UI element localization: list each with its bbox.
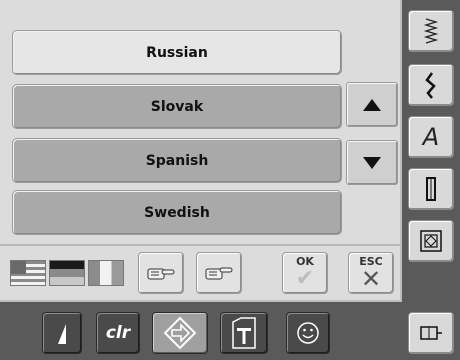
move-arrow-icon <box>163 316 197 350</box>
french-flag-icon <box>88 260 124 286</box>
language-slovak-button[interactable]: Slovak <box>12 84 342 129</box>
smiley-icon <box>297 322 319 344</box>
language-label: Swedish <box>144 204 210 221</box>
esc-button[interactable]: ESC ✕ <box>348 252 394 294</box>
checkmark-icon: ✔ <box>295 266 315 291</box>
close-icon: ✕ <box>360 265 382 293</box>
zigzag-stitch-icon <box>423 18 439 44</box>
zigzag-stitch-button[interactable] <box>408 10 454 52</box>
scroll-up-button[interactable] <box>346 82 398 127</box>
move-button[interactable] <box>152 312 208 354</box>
quilt-icon <box>420 230 442 252</box>
hand-pointer-icon <box>147 268 175 280</box>
down-triangle-icon <box>363 156 381 169</box>
toolbar-divider <box>0 244 400 246</box>
hand-pointer-button-2[interactable] <box>196 252 242 294</box>
language-flags <box>10 260 126 286</box>
setup-button[interactable] <box>408 312 454 354</box>
language-selection-panel: Russian Slovak Spanish Swedish OK ✔ ESC … <box>0 0 402 302</box>
stitch-width-icon <box>58 324 66 344</box>
language-label: Slovak <box>150 98 204 115</box>
language-spanish-button[interactable]: Spanish <box>12 138 342 183</box>
wavy-stitch-button[interactable] <box>408 64 454 106</box>
language-label: Russian <box>146 44 208 61</box>
hand-pointer-button[interactable] <box>138 252 184 294</box>
buttonhole-button[interactable] <box>408 168 454 210</box>
clr-label: clr <box>105 323 131 343</box>
clear-button[interactable]: clr <box>96 312 140 354</box>
alphabet-icon: A <box>422 123 440 151</box>
up-triangle-icon <box>363 98 381 111</box>
stitch-width-button[interactable] <box>42 312 82 354</box>
buttonhole-icon <box>426 177 436 201</box>
quilt-button[interactable] <box>408 220 454 262</box>
scroll-down-button[interactable] <box>346 140 398 185</box>
wavy-stitch-icon <box>425 72 436 99</box>
us-flag-icon <box>10 260 46 286</box>
template-icon <box>232 317 256 349</box>
template-button[interactable] <box>220 312 268 354</box>
alphabet-button[interactable]: A <box>408 116 454 158</box>
language-russian-button[interactable]: Russian <box>12 30 342 75</box>
hand-pointer-icon <box>205 267 233 280</box>
ok-button[interactable]: OK ✔ <box>282 252 328 294</box>
language-label: Spanish <box>145 152 209 169</box>
favorites-button[interactable] <box>286 312 330 354</box>
setup-icon <box>420 326 442 340</box>
german-flag-icon <box>49 260 85 286</box>
language-swedish-button[interactable]: Swedish <box>12 190 342 235</box>
